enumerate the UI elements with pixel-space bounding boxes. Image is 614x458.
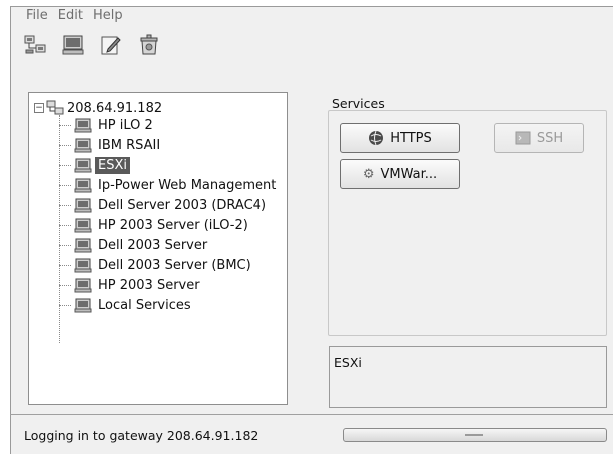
tree-item-label: Ip-Power Web Management [98, 177, 277, 193]
vmware-label: VMWar... [380, 166, 438, 182]
progress-indicator [464, 434, 483, 436]
tree-item[interactable]: Ip-Power Web Management [59, 175, 279, 195]
tree-item[interactable]: ESXi [59, 155, 130, 175]
tree-item-label: Local Services [98, 297, 191, 313]
computer-icon [74, 138, 92, 152]
tree-connector [59, 304, 71, 306]
menu-file[interactable]: File [26, 8, 48, 26]
collapse-icon[interactable]: − [34, 103, 44, 113]
tree-connector [59, 144, 71, 146]
computer-icon [74, 218, 92, 232]
tree-item[interactable]: HP iLO 2 [59, 115, 156, 135]
computer-icon [74, 158, 92, 172]
tree-item-label: HP 2003 Server (iLO-2) [98, 217, 248, 233]
network-button[interactable] [22, 34, 48, 56]
tree-root[interactable]: − 208.64.91.182 [34, 100, 162, 116]
tree-connector [59, 224, 71, 226]
delete-button[interactable] [136, 34, 162, 56]
tree-connector [59, 244, 71, 246]
progress-bar [343, 428, 607, 442]
tree-connector [59, 204, 71, 206]
description-box: ESXi [329, 346, 607, 408]
tree-item[interactable]: HP 2003 Server (iLO-2) [59, 215, 251, 235]
tree-item[interactable]: Dell Server 2003 (DRAC4) [59, 195, 269, 215]
network-icon [46, 100, 64, 115]
terminal-icon [515, 131, 531, 145]
tree-item-label: IBM RSAII [98, 137, 161, 153]
trash-icon [140, 34, 158, 55]
computer-icon [74, 118, 92, 132]
tree-item-label: ESXi [95, 156, 130, 174]
tree-item[interactable]: Dell 2003 Server (BMC) [59, 255, 254, 275]
network-icon [24, 35, 46, 54]
description-text: ESXi [334, 355, 362, 370]
globe-icon [369, 130, 384, 146]
computer-icon [74, 198, 92, 212]
toolbar [22, 34, 162, 56]
https-label: HTTPS [390, 130, 432, 146]
computer-icon [74, 298, 92, 312]
tree-item-label: Dell 2003 Server [98, 237, 208, 253]
status-text: Logging in to gateway 208.64.91.182 [24, 428, 259, 443]
vmware-button[interactable]: ⚙ VMWar... [340, 159, 460, 189]
https-button[interactable]: HTTPS [340, 123, 460, 153]
tree-item[interactable]: HP 2003 Server [59, 275, 203, 295]
menu-edit[interactable]: Edit [58, 8, 83, 26]
computer-icon [74, 178, 92, 192]
edit-button[interactable] [98, 34, 124, 56]
edit-icon [101, 36, 121, 55]
tree-root-label: 208.64.91.182 [67, 100, 163, 116]
tree-connector [59, 164, 71, 166]
ssh-label: SSH [536, 130, 564, 146]
tree-item[interactable]: Dell 2003 Server [59, 235, 210, 255]
menu-help[interactable]: Help [93, 8, 123, 26]
menu-bar: File Edit Help [26, 8, 123, 26]
tree-connector [59, 124, 71, 126]
tree-item-label: Dell 2003 Server (BMC) [98, 257, 251, 273]
status-divider [10, 414, 613, 415]
tree-item-label: HP 2003 Server [98, 277, 200, 293]
device-tree[interactable]: − 208.64.91.182 HP iLO 2 IBM RSAII ESXi Ip-… [28, 92, 288, 405]
tree-connector [59, 264, 71, 266]
services-group: HTTPS SSH ⚙ VMWar... [328, 110, 607, 336]
tree-item[interactable]: Local Services [59, 295, 194, 315]
computer-icon [74, 278, 92, 292]
vmware-icon: ⚙ [362, 166, 375, 182]
tree-connector [59, 184, 71, 186]
tree-item-label: Dell Server 2003 (DRAC4) [98, 197, 267, 213]
computer-icon [62, 35, 84, 55]
tree-item-label: HP iLO 2 [98, 117, 153, 133]
tree-item[interactable]: IBM RSAII [59, 135, 163, 155]
computer-icon [74, 258, 92, 272]
computer-button[interactable] [60, 34, 86, 56]
tree-connector [59, 284, 71, 286]
ssh-button[interactable]: SSH [494, 123, 584, 153]
services-label: Services [332, 96, 385, 111]
computer-icon [74, 238, 92, 252]
